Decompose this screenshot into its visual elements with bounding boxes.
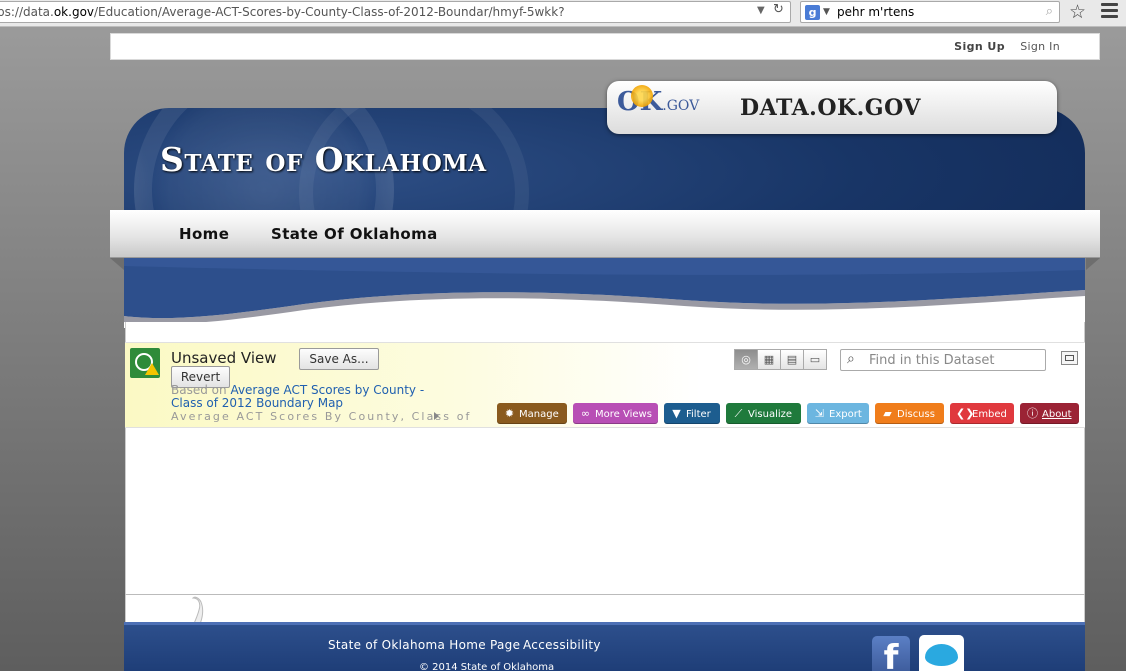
based-on-text: Based on Average ACT Scores by County - … [171,384,451,410]
footer-top-strip [125,594,1085,622]
sign-in-link[interactable]: Sign In [1020,40,1060,53]
address-bar[interactable]: ps://data.ok.gov/Education/Average-ACT-S… [0,1,791,23]
site-title[interactable]: DATA.OK.GOV [740,95,921,121]
account-bar: Sign Up Sign In [110,33,1100,60]
export-icon: ⇲ [814,407,825,420]
footer: State of Oklahoma Home Page Accessibilit… [124,622,1085,671]
url-dropdown-icon[interactable]: ▼ [757,5,765,16]
view-title: Unsaved View [171,349,277,367]
okgov-logo[interactable]: OK.GOV [617,85,707,129]
nav-fold-right [1086,258,1100,270]
url-path: /Education/Average-ACT-Scores-by-County-… [94,5,565,19]
find-in-dataset-input[interactable]: ⌕ Find in this Dataset [840,349,1046,371]
gear-icon: ✹ [504,407,515,420]
footer-link-accessibility[interactable]: Accessibility [523,638,601,652]
based-on-prefix: Based on [171,383,227,397]
export-button[interactable]: ⇲ Export [807,403,869,424]
twitter-icon[interactable] [919,635,964,671]
page-view-icon[interactable]: ▭ [803,349,827,370]
sign-up-link[interactable]: Sign Up [954,40,1005,53]
main-nav: Home State Of Oklahoma [110,210,1100,258]
menu-icon[interactable] [1101,3,1118,20]
find-placeholder: Find in this Dataset [869,353,995,368]
display-mode-group: ◎ ▦ ▤ ▭ [734,349,827,371]
sun-icon [631,85,653,107]
google-icon[interactable]: g [805,5,820,20]
bookmark-star-icon[interactable]: ☆ [1069,1,1086,23]
embed-icon: ❮❯ [956,407,975,420]
speech-bubble-icon: ▰ [883,407,892,420]
dataset-description: Average ACT Scores By County, Class of [171,410,472,423]
nav-item-state-of-oklahoma[interactable]: State Of Oklahoma [271,225,438,243]
okgov-logo-gov: .GOV [662,98,700,114]
funnel-icon: ▼ [672,407,681,420]
discuss-button[interactable]: ▰ Discuss [875,403,944,424]
search-icon: ⌕ [847,351,855,367]
embed-button[interactable]: ❮❯Embed [950,403,1014,424]
wave-graphic [124,258,1085,328]
nav-fold-left [110,258,124,270]
save-as-button[interactable]: Save As... [299,348,379,370]
visualize-button[interactable]: ⟋ Visualize [726,403,801,424]
nav-item-home[interactable]: Home [179,225,229,243]
fullscreen-icon[interactable] [1061,351,1078,365]
list-view-icon[interactable]: ▤ [780,349,804,370]
url-prefix: ps://data. [0,5,54,19]
facebook-icon[interactable]: f [872,636,910,671]
info-icon: ⓘ [1027,407,1038,420]
about-button[interactable]: ⓘ About [1020,403,1079,424]
header-wave [124,258,1085,328]
footer-link-home-page[interactable]: State of Oklahoma Home Page [328,638,520,652]
search-engine-dropdown-icon[interactable]: ▼ [823,7,830,17]
okgov-header-box: OK.GOV DATA.OK.GOV [607,81,1057,134]
more-views-button[interactable]: ∞ More Views [573,403,658,424]
filter-button[interactable]: ▼ Filter [664,403,720,424]
browser-toolbar: ps://data.ok.gov/Education/Average-ACT-S… [0,0,1126,27]
copyright: © 2014 State of Oklahoma [419,662,555,671]
unsaved-view-icon [130,348,160,378]
search-icon[interactable]: ⌕ [1046,4,1053,19]
reload-icon[interactable]: ↻ [773,2,784,17]
manage-button[interactable]: ✹ Manage [497,403,567,424]
binoculars-icon: ∞ [580,407,591,420]
warning-icon [145,363,159,375]
expand-description-icon[interactable] [434,412,439,420]
map-view-icon[interactable]: ◎ [734,349,758,370]
table-view-icon[interactable]: ▦ [757,349,781,370]
chart-icon: ⟋ [734,407,743,420]
browser-search-box[interactable]: g ▼ pehr m'rtens ⌕ [800,1,1060,23]
dataset-view-bar: Unsaved View Save As... Revert Based on … [125,342,1085,428]
state-title: State of Oklahoma [160,140,487,179]
url-host: ok.gov [53,5,95,19]
browser-search-input[interactable]: pehr m'rtens [837,5,914,19]
